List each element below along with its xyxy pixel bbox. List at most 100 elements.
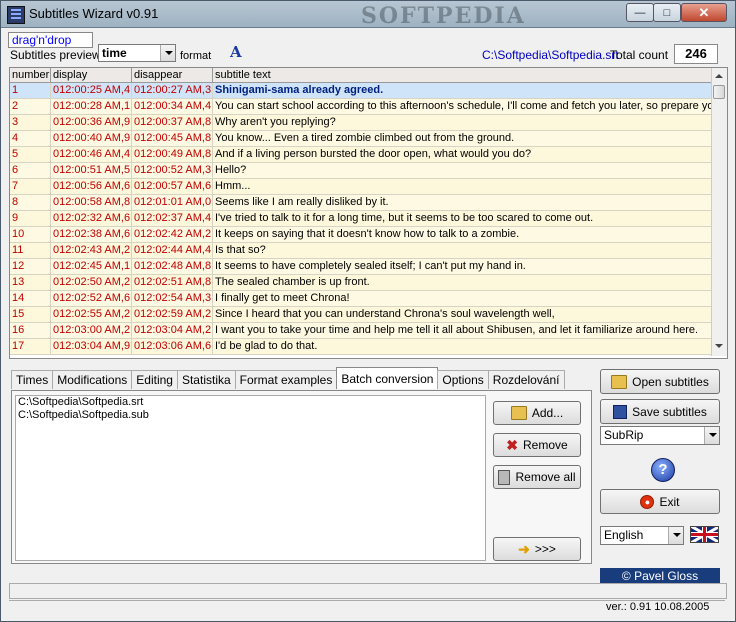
row-subtitle-text[interactable]: I've tried to talk to it for a long time…	[213, 211, 712, 226]
row-display-time[interactable]: 012:00:36 AM,9	[51, 115, 132, 130]
save-subtitles-button[interactable]: Save subtitles	[600, 399, 720, 424]
add-button[interactable]: Add...	[493, 401, 581, 425]
row-display-time[interactable]: 012:00:51 AM,5	[51, 163, 132, 178]
table-row[interactable]: 11 012:02:43 AM,2 012:02:44 AM,4 Is that so…	[10, 243, 712, 259]
close-button[interactable]: ✕	[681, 3, 727, 22]
row-disappear-time[interactable]: 012:01:01 AM,0	[132, 195, 213, 210]
scroll-down-icon[interactable]	[714, 342, 724, 352]
chevron-down-icon[interactable]	[668, 527, 683, 544]
table-row[interactable]: 1 012:00:25 AM,4 012:00:27 AM,3 Shinigami-s…	[10, 83, 712, 99]
row-number[interactable]: 17	[10, 339, 51, 354]
row-number[interactable]: 12	[10, 259, 51, 274]
tab-3[interactable]: Statistika	[176, 370, 236, 389]
row-number[interactable]: 7	[10, 179, 51, 194]
row-display-time[interactable]: 012:02:55 AM,2	[51, 307, 132, 322]
column-header-number[interactable]: number	[10, 68, 51, 82]
row-number[interactable]: 1	[10, 83, 51, 98]
tab-2[interactable]: Editing	[131, 370, 178, 389]
table-row[interactable]: 7 012:00:56 AM,6 012:00:57 AM,6 Hmm...	[10, 179, 712, 195]
exit-button[interactable]: ● Exit	[600, 489, 720, 514]
maximize-button[interactable]: □	[653, 3, 681, 22]
row-display-time[interactable]: 012:00:46 AM,4	[51, 147, 132, 162]
row-number[interactable]: 14	[10, 291, 51, 306]
tab-5[interactable]: Batch conversion	[336, 367, 439, 389]
row-number[interactable]: 5	[10, 147, 51, 162]
row-subtitle-text[interactable]: Shinigami-sama already agreed.	[213, 83, 712, 98]
row-display-time[interactable]: 012:00:58 AM,8	[51, 195, 132, 210]
row-display-time[interactable]: 012:02:43 AM,2	[51, 243, 132, 258]
table-row[interactable]: 17 012:03:04 AM,9 012:03:06 AM,6 I'd be gla…	[10, 339, 712, 355]
convert-button[interactable]: ➜ >>>	[493, 537, 581, 561]
row-number[interactable]: 2	[10, 99, 51, 114]
list-item[interactable]: C:\Softpedia\Softpedia.srt	[16, 396, 485, 409]
list-item[interactable]: C:\Softpedia\Softpedia.sub	[16, 409, 485, 422]
row-number[interactable]: 9	[10, 211, 51, 226]
row-disappear-time[interactable]: 012:02:42 AM,2	[132, 227, 213, 242]
row-disappear-time[interactable]: 012:00:37 AM,8	[132, 115, 213, 130]
remove-all-button[interactable]: Remove all	[493, 465, 581, 489]
chevron-down-icon[interactable]	[704, 427, 719, 444]
row-subtitle-text[interactable]: It seems to have completely sealed itsel…	[213, 259, 712, 274]
row-number[interactable]: 6	[10, 163, 51, 178]
row-number[interactable]: 10	[10, 227, 51, 242]
row-subtitle-text[interactable]: You know... Even a tired zombie climbed …	[213, 131, 712, 146]
batch-file-list[interactable]: C:\Softpedia\Softpedia.srt C:\Softpedia\…	[15, 395, 486, 561]
table-row[interactable]: 8 012:00:58 AM,8 012:01:01 AM,0 Seems like …	[10, 195, 712, 211]
row-display-time[interactable]: 012:02:32 AM,6	[51, 211, 132, 226]
remove-button[interactable]: ✖ Remove	[493, 433, 581, 457]
row-disappear-time[interactable]: 012:00:45 AM,8	[132, 131, 213, 146]
open-subtitles-button[interactable]: Open subtitles	[600, 369, 720, 394]
table-row[interactable]: 10 012:02:38 AM,6 012:02:42 AM,2 It keeps o…	[10, 227, 712, 243]
row-subtitle-text[interactable]: Hmm...	[213, 179, 712, 194]
output-format-select[interactable]: SubRip	[600, 426, 720, 445]
row-subtitle-text[interactable]: I'd be glad to do that.	[213, 339, 712, 354]
table-row[interactable]: 4 012:00:40 AM,9 012:00:45 AM,8 You know...…	[10, 131, 712, 147]
font-icon[interactable]: A	[230, 43, 242, 61]
row-number[interactable]: 13	[10, 275, 51, 290]
table-row[interactable]: 9 012:02:32 AM,6 012:02:37 AM,4 I've tried …	[10, 211, 712, 227]
row-display-time[interactable]: 012:03:00 AM,2	[51, 323, 132, 338]
row-subtitle-text[interactable]: Hello?	[213, 163, 712, 178]
row-number[interactable]: 11	[10, 243, 51, 258]
row-number[interactable]: 15	[10, 307, 51, 322]
table-row[interactable]: 13 012:02:50 AM,2 012:02:51 AM,8 The sealed…	[10, 275, 712, 291]
table-row[interactable]: 16 012:03:00 AM,2 012:03:04 AM,2 I want you…	[10, 323, 712, 339]
table-row[interactable]: 3 012:00:36 AM,9 012:00:37 AM,8 Why aren't …	[10, 115, 712, 131]
tab-7[interactable]: Rozdelování	[487, 370, 565, 389]
row-disappear-time[interactable]: 012:02:44 AM,4	[132, 243, 213, 258]
row-subtitle-text[interactable]: I want you to take your time and help me…	[213, 323, 712, 338]
row-subtitle-text[interactable]: Is that so?	[213, 243, 712, 258]
grid-scrollbar[interactable]	[711, 68, 727, 356]
tab-0[interactable]: Times	[11, 370, 54, 389]
row-display-time[interactable]: 012:03:04 AM,9	[51, 339, 132, 354]
table-row[interactable]: 6 012:00:51 AM,5 012:00:52 AM,3 Hello?	[10, 163, 712, 179]
help-icon[interactable]: ?	[651, 458, 675, 482]
uk-flag-icon[interactable]	[690, 526, 719, 543]
row-display-time[interactable]: 012:02:45 AM,1	[51, 259, 132, 274]
row-subtitle-text[interactable]: Why aren't you replying?	[213, 115, 712, 130]
row-disappear-time[interactable]: 012:03:06 AM,6	[132, 339, 213, 354]
row-display-time[interactable]: 012:00:56 AM,6	[51, 179, 132, 194]
row-number[interactable]: 8	[10, 195, 51, 210]
chevron-down-icon[interactable]	[160, 45, 175, 61]
row-number[interactable]: 3	[10, 115, 51, 130]
table-row[interactable]: 14 012:02:52 AM,6 012:02:54 AM,3 I finally …	[10, 291, 712, 307]
row-display-time[interactable]: 012:00:25 AM,4	[51, 83, 132, 98]
row-display-time[interactable]: 012:02:52 AM,6	[51, 291, 132, 306]
row-display-time[interactable]: 012:00:40 AM,9	[51, 131, 132, 146]
scroll-thumb[interactable]	[713, 85, 725, 99]
row-disappear-time[interactable]: 012:03:04 AM,2	[132, 323, 213, 338]
row-display-time[interactable]: 012:02:38 AM,6	[51, 227, 132, 242]
row-disappear-time[interactable]: 012:00:34 AM,4	[132, 99, 213, 114]
table-row[interactable]: 15 012:02:55 AM,2 012:02:59 AM,2 Since I he…	[10, 307, 712, 323]
row-disappear-time[interactable]: 012:02:54 AM,3	[132, 291, 213, 306]
row-subtitle-text[interactable]: Seems like I am really disliked by it.	[213, 195, 712, 210]
row-disappear-time[interactable]: 012:00:49 AM,8	[132, 147, 213, 162]
tab-6[interactable]: Options	[437, 370, 489, 389]
row-number[interactable]: 4	[10, 131, 51, 146]
row-disappear-time[interactable]: 012:02:48 AM,8	[132, 259, 213, 274]
row-subtitle-text[interactable]: Since I heard that you can understand Ch…	[213, 307, 712, 322]
language-select[interactable]: English	[600, 526, 684, 545]
row-subtitle-text[interactable]: The sealed chamber is up front.	[213, 275, 712, 290]
column-header-text[interactable]: subtitle text	[213, 68, 712, 82]
